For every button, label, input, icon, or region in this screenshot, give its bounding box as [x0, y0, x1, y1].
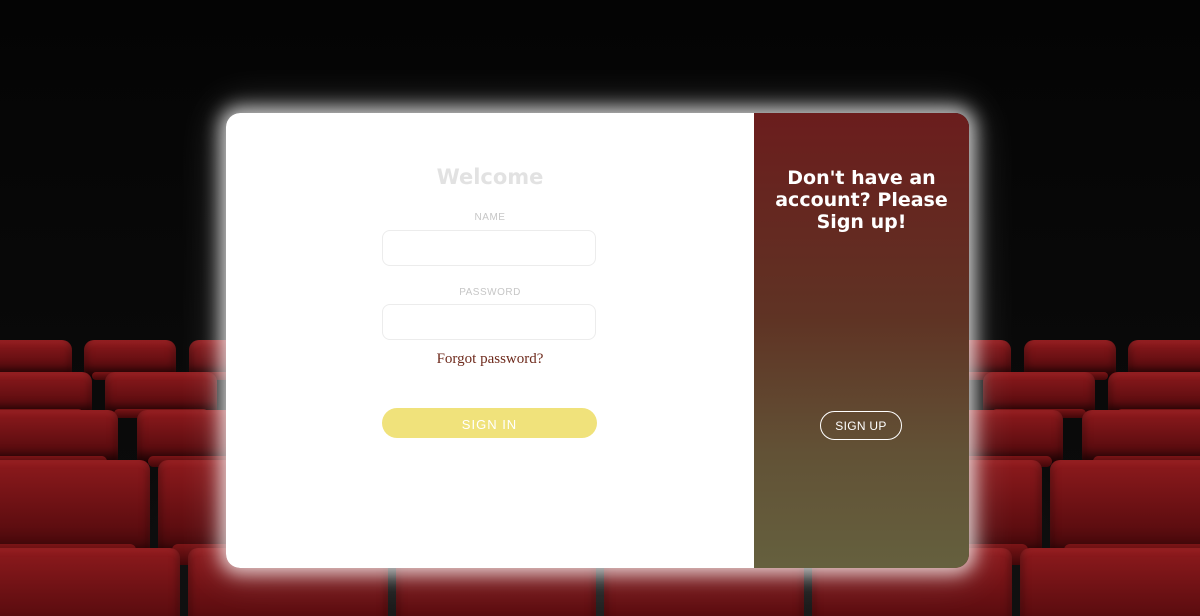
seat: [1127, 340, 1200, 380]
seat: [1049, 460, 1200, 565]
seat: [1023, 340, 1116, 380]
welcome-title: Welcome: [436, 165, 544, 189]
seat: [0, 372, 92, 419]
seat: [1107, 372, 1200, 419]
login-panel: Welcome NAME PASSWORD Forgot password? S…: [226, 113, 754, 568]
seat: [0, 410, 118, 468]
password-input[interactable]: [382, 304, 596, 340]
seat: [0, 340, 72, 380]
seat: [84, 340, 177, 380]
seat: [0, 460, 150, 565]
sign-in-button[interactable]: SIGN IN: [382, 408, 597, 438]
seat: [1020, 548, 1200, 616]
name-label: NAME: [474, 212, 506, 223]
auth-card: Welcome NAME PASSWORD Forgot password? S…: [226, 113, 969, 568]
seat: [982, 372, 1095, 419]
sign-up-button[interactable]: SIGN UP: [820, 411, 902, 440]
seat: [105, 372, 218, 419]
signup-prompt-title: Don't have an account? Please Sign up!: [775, 167, 948, 233]
forgot-password-link[interactable]: Forgot password?: [226, 351, 754, 368]
seat: [1081, 410, 1200, 468]
name-input[interactable]: [382, 230, 596, 266]
signup-panel: Don't have an account? Please Sign up! S…: [754, 113, 969, 568]
seat: [0, 548, 180, 616]
password-label: PASSWORD: [459, 287, 521, 298]
